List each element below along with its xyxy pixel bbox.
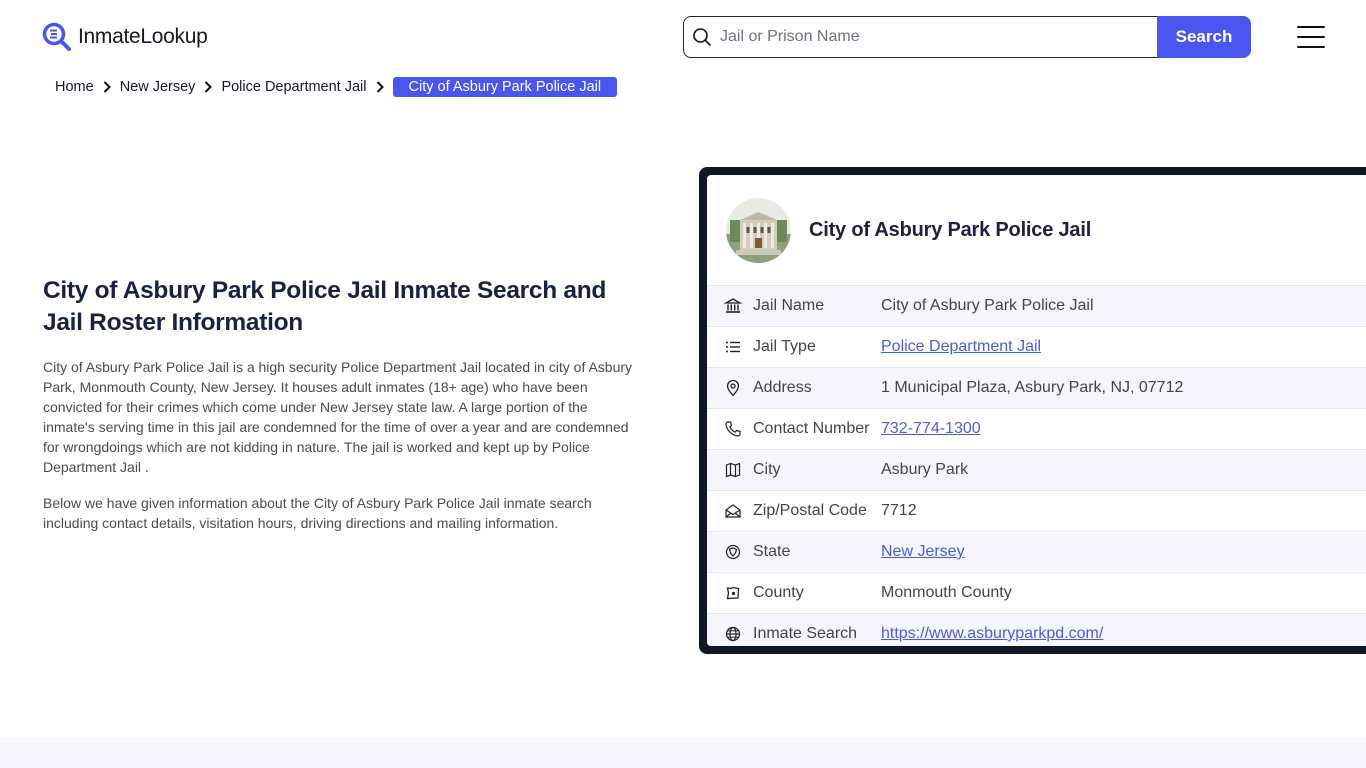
breadcrumb-home[interactable]: Home <box>55 79 94 95</box>
chevron-right-icon <box>205 81 213 93</box>
info-row-state: State New Jersey <box>707 531 1366 572</box>
search-input[interactable] <box>720 28 1140 46</box>
zip-value: 7712 <box>881 502 917 519</box>
state-badge-icon <box>725 544 741 560</box>
search-form: Search <box>683 16 1251 58</box>
info-row-contact: Contact Number 732-774-1300 <box>707 408 1366 449</box>
info-label: City <box>753 461 781 478</box>
info-label: Jail Name <box>753 297 825 314</box>
search-button[interactable]: Search <box>1157 16 1251 58</box>
info-table: Jail Name City of Asbury Park Police Jai… <box>707 285 1366 646</box>
search-icon <box>693 28 711 46</box>
card-title: City of Asbury Park Police Jail <box>809 218 1092 241</box>
info-row-inmate-search: Inmate Search https://www.asburyparkpd.c… <box>707 613 1366 646</box>
jail-type-link[interactable]: Police Department Jail <box>881 338 1041 356</box>
logo-magnifier-icon <box>42 22 71 51</box>
info-label: Contact Number <box>753 420 870 437</box>
county-map-icon <box>726 586 740 600</box>
jail-info-card-body: City of Asbury Park Police Jail Jail Nam… <box>707 175 1366 646</box>
site-header: InmateLookup Search <box>0 0 1366 70</box>
inmate-search-link[interactable]: https://www.asburyparkpd.com/ <box>881 625 1103 643</box>
list-icon <box>726 341 740 353</box>
state-link[interactable]: New Jersey <box>881 543 965 561</box>
breadcrumb-jail-type[interactable]: Police Department Jail <box>221 79 366 95</box>
city-value: Asbury Park <box>881 461 969 478</box>
info-row-zip: Zip/Postal Code 7712 <box>707 490 1366 531</box>
info-row-city: City Asbury Park <box>707 449 1366 490</box>
info-row-address: Address 1 Municipal Plaza, Asbury Park, … <box>707 367 1366 408</box>
info-label: State <box>753 543 791 560</box>
phone-link[interactable]: 732-774-1300 <box>881 420 981 438</box>
phone-icon <box>725 421 741 437</box>
intro-paragraph: Below we have given information about th… <box>43 495 592 531</box>
jail-photo <box>726 197 791 263</box>
chevron-right-icon <box>103 81 111 93</box>
info-row-jail-name: Jail Name City of Asbury Park Police Jai… <box>707 285 1366 326</box>
breadcrumb: Home New Jersey Police Department Jail C… <box>55 76 618 98</box>
logo-link[interactable]: InmateLookup <box>42 22 208 52</box>
info-label: Inmate Search <box>753 625 858 642</box>
menu-bar <box>1297 46 1325 48</box>
info-label: Zip/Postal Code <box>753 502 867 519</box>
search-box <box>683 16 1157 58</box>
footer-band <box>0 738 1366 768</box>
chevron-right-icon <box>376 81 384 93</box>
building-columns-icon <box>724 298 742 313</box>
map-pin-icon <box>726 379 740 397</box>
page-title: City of Asbury Park Police Jail Inmate S… <box>43 277 607 336</box>
breadcrumb-state[interactable]: New Jersey <box>120 79 196 95</box>
intro-section: City of Asbury Park Police Jail Inmate S… <box>43 275 643 533</box>
mail-open-icon <box>725 504 741 518</box>
menu-bar <box>1297 36 1325 38</box>
info-label: Jail Type <box>753 338 816 355</box>
county-value: Monmouth County <box>881 584 1012 601</box>
jail-info-card: City of Asbury Park Police Jail Jail Nam… <box>699 167 1366 654</box>
info-row-county: County Monmouth County <box>707 572 1366 613</box>
building-photo-icon <box>726 197 791 263</box>
hamburger-menu-icon[interactable] <box>1297 26 1325 48</box>
globe-icon <box>725 626 741 642</box>
jail-name-value: City of Asbury Park Police Jail <box>881 297 1094 314</box>
info-row-jail-type: Jail Type Police Department Jail <box>707 326 1366 367</box>
info-label: County <box>753 584 804 601</box>
card-header: City of Asbury Park Police Jail <box>707 175 1366 285</box>
info-label: Address <box>753 379 812 396</box>
menu-bar <box>1297 26 1325 28</box>
address-value: 1 Municipal Plaza, Asbury Park, NJ, 0771… <box>881 379 1184 396</box>
logo-text: InmateLookup <box>78 25 208 48</box>
intro-paragraph: City of Asbury Park Police Jail is a hig… <box>43 359 633 475</box>
breadcrumb-current: City of Asbury Park Police Jail <box>392 77 618 97</box>
map-icon <box>725 462 741 478</box>
